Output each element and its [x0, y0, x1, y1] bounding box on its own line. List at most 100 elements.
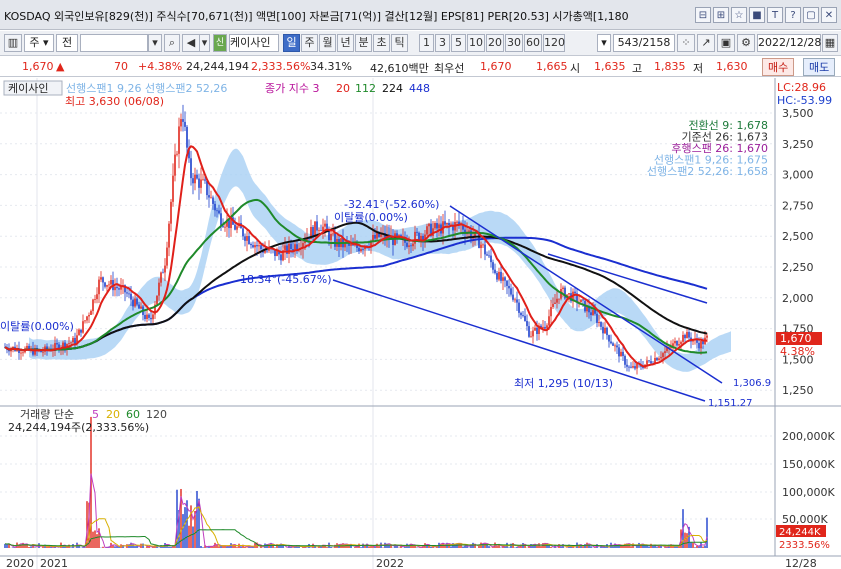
help-icon[interactable]: ?: [785, 7, 801, 23]
interval-tab-10[interactable]: 10: [467, 34, 485, 52]
volume-bar: [198, 498, 200, 548]
interval-tab-1[interactable]: 1: [419, 34, 434, 52]
high-price: 1,835: [654, 60, 686, 73]
volume-bar: [184, 507, 186, 548]
period-tab-2[interactable]: 월: [319, 34, 336, 52]
close-icon[interactable]: ✕: [821, 7, 837, 23]
period-tab-1[interactable]: 주: [301, 34, 318, 52]
candle-body: [628, 366, 630, 368]
interval-tab-30[interactable]: 30: [505, 34, 523, 52]
tile-icon[interactable]: ⊞: [713, 7, 729, 23]
period-tab-6[interactable]: 틱: [391, 34, 408, 52]
code-dropdown-icon[interactable]: ▾: [148, 34, 162, 52]
stock-chart[interactable]: 케이사인 선행스팬1 9,26 선행스팬2 52,26 종가 지수 3 20 1…: [0, 78, 841, 569]
interval-tab-120[interactable]: 120: [543, 34, 565, 52]
volume-bar: [582, 546, 584, 548]
candle-body: [486, 254, 488, 256]
interval-tab-3[interactable]: 3: [435, 34, 450, 52]
speaker-menu-icon[interactable]: ▾: [200, 34, 210, 52]
volume-bar: [704, 545, 706, 548]
candle-body: [468, 230, 470, 232]
volume-bar: [94, 530, 96, 548]
search-icon[interactable]: ⌕: [164, 34, 180, 52]
candle-body: [266, 250, 268, 252]
candle-body: [580, 299, 582, 303]
open-label: 시: [570, 62, 581, 75]
volume-bar: [648, 546, 650, 548]
candle-body: [320, 230, 322, 232]
candle-body: [26, 345, 28, 349]
font-icon[interactable]: T: [767, 7, 783, 23]
period-tab-0[interactable]: 일: [283, 34, 300, 52]
calendar-icon[interactable]: ▦: [822, 34, 838, 52]
date-field[interactable]: 2022/12/28: [757, 34, 821, 52]
restore-icon[interactable]: ▢: [803, 7, 819, 23]
save-icon[interactable]: ▣: [717, 34, 735, 52]
candle-body: [618, 347, 620, 357]
candle-body: [518, 302, 520, 313]
candle-body: [82, 321, 84, 333]
volume-bar: [684, 532, 686, 548]
candle-body: [494, 269, 496, 274]
volume-value: 24,244,194: [186, 60, 249, 73]
candle-body: [118, 288, 120, 290]
candle-body: [330, 233, 332, 241]
candle-body: [242, 228, 244, 237]
candle-body: [96, 294, 98, 300]
sell-button[interactable]: 매도: [803, 58, 836, 76]
settings-icon[interactable]: ⚙: [737, 34, 755, 52]
candle-body: [490, 255, 492, 263]
type-select[interactable]: 전: [56, 34, 78, 52]
interval-tab-5[interactable]: 5: [451, 34, 466, 52]
interval-tab-60[interactable]: 60: [524, 34, 542, 52]
candle-body: [526, 321, 528, 327]
candle-body: [70, 342, 72, 344]
layout-icon[interactable]: ▥: [4, 34, 22, 52]
candle-body: [496, 273, 498, 280]
volume-bar: [370, 546, 372, 548]
candle-body: [182, 119, 184, 122]
volume-tick-label: 50,000K: [782, 513, 828, 526]
period-tab-3[interactable]: 년: [337, 34, 354, 52]
minimize-icon[interactable]: ⊟: [695, 7, 711, 23]
period-tab-5[interactable]: 초: [373, 34, 390, 52]
x-label-current: 12/28: [785, 557, 817, 569]
candle-body: [544, 326, 546, 329]
candle-body: [616, 345, 618, 348]
speaker-icon[interactable]: ◀: [182, 34, 200, 52]
candle-body: [556, 298, 558, 303]
candle-body: [114, 286, 116, 291]
candle-body: [674, 340, 676, 344]
candle-body: [610, 341, 612, 344]
title-bar: KOSDAQ 외국인보유[829(천)] 주식수[70,671(천)] 액면[1…: [0, 0, 841, 30]
lc-label: LC:28.96: [777, 81, 826, 94]
candle-body: [130, 293, 132, 300]
code-input[interactable]: [80, 34, 148, 52]
candle-body: [248, 236, 250, 245]
candle-body: [412, 243, 414, 247]
count-dropdown-icon[interactable]: ▾: [597, 34, 611, 52]
candle-body: [156, 295, 158, 305]
stop-icon[interactable]: ■: [749, 7, 765, 23]
volume-bar: [202, 547, 204, 548]
candle-body: [528, 326, 530, 337]
volume-bar: [374, 546, 376, 548]
buy-button[interactable]: 매수: [762, 58, 795, 76]
favorite-icon[interactable]: ☆: [731, 7, 747, 23]
tool-icon[interactable]: ↗: [697, 34, 715, 52]
volume-bar: [64, 546, 66, 548]
best-quote-label: 최우선: [434, 62, 465, 75]
analysis-icon[interactable]: ⁘: [677, 34, 695, 52]
current-pct-tag: 4.38%: [780, 345, 815, 358]
volume-bar: [686, 533, 688, 548]
period-tab-4[interactable]: 분: [355, 34, 372, 52]
candle-body: [446, 222, 448, 225]
stock-name-field[interactable]: 케이사인: [229, 34, 279, 52]
interval-tab-20[interactable]: 20: [486, 34, 504, 52]
market-select[interactable]: 주 ▾: [24, 34, 54, 52]
price-tick-label: 2,500: [782, 230, 814, 243]
candle-body: [436, 223, 438, 229]
volume-bar: [560, 546, 562, 548]
candle-body: [102, 277, 104, 283]
candle-body: [656, 357, 658, 361]
